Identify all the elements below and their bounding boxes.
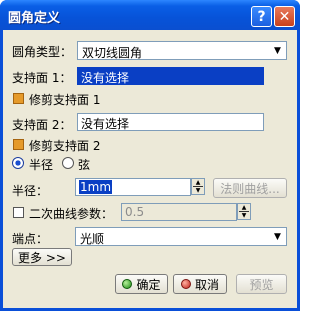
trim-support2-checkbox[interactable] [13, 139, 24, 150]
preview-button[interactable]: 预览 [236, 274, 287, 294]
title-bar[interactable]: 圆角定义 ? ✕ [0, 0, 300, 30]
fillet-type-dropdown[interactable]: 双切线圆角 ▼ [77, 41, 287, 60]
radius-label: 半径： [12, 184, 49, 198]
ends-dropdown[interactable]: 光顺 ▼ [75, 227, 287, 246]
cancel-icon [180, 279, 191, 289]
conic-parameter-value: 0.5 [125, 205, 145, 219]
chord-radio-label: 弦 [78, 158, 91, 172]
spin-up-icon[interactable]: ▲ [192, 179, 204, 186]
more-button[interactable]: 更多 >> [12, 248, 72, 266]
ends-value: 光顺 [80, 232, 105, 246]
fillet-type-value: 双切线圆角 [82, 46, 143, 60]
radius-radio-label: 半径 [29, 158, 54, 172]
radius-radio[interactable] [12, 157, 24, 169]
radius-spinner[interactable]: ▲ ▼ [191, 178, 205, 195]
help-button[interactable]: ? [251, 6, 272, 27]
cancel-button-label: 取消 [194, 277, 219, 292]
cancel-button[interactable]: 取消 [173, 274, 227, 294]
support1-field[interactable]: 没有选择 [77, 67, 264, 85]
trim-support1-checkbox[interactable] [13, 93, 24, 104]
radius-input[interactable]: 1mm [75, 178, 191, 196]
ok-button[interactable]: 确定 [115, 274, 168, 294]
support2-value: 没有选择 [81, 117, 130, 131]
ok-icon [122, 279, 133, 289]
conic-parameter-label: 二次曲线参数： [29, 207, 114, 221]
trim-support2-label: 修剪支持面 2 [29, 139, 101, 153]
more-button-label: 更多 >> [18, 250, 66, 265]
close-button[interactable]: ✕ [274, 6, 295, 27]
law-curve-button[interactable]: 法则曲线... [213, 178, 287, 198]
chord-radio[interactable] [62, 157, 74, 169]
help-icon: ? [257, 8, 266, 25]
trim-support1-label: 修剪支持面 1 [29, 93, 101, 107]
chevron-down-icon: ▼ [274, 45, 281, 56]
preview-button-label: 预览 [249, 277, 274, 292]
law-curve-label: 法则曲线... [220, 181, 280, 196]
dialog-body: 圆角类型： 双切线圆角 ▼ 支持面 1： 没有选择 修剪支持面 1 支持面 2：… [3, 30, 297, 308]
support2-field[interactable]: 没有选择 [77, 113, 264, 131]
spin-up-icon[interactable]: ▲ [238, 204, 250, 211]
support2-label: 支持面 2： [12, 118, 72, 132]
conic-spinner[interactable]: ▲ ▼ [237, 203, 251, 220]
support1-label: 支持面 1： [12, 71, 72, 85]
ends-label: 端点： [12, 232, 49, 246]
conic-parameter-input[interactable]: 0.5 [121, 203, 237, 221]
close-icon: ✕ [278, 8, 291, 25]
fillet-type-label: 圆角类型： [12, 45, 73, 59]
chevron-down-icon: ▼ [274, 231, 281, 242]
radius-value: 1mm [79, 180, 113, 194]
support1-value: 没有选择 [81, 71, 130, 85]
dialog-title: 圆角定义 [8, 11, 61, 26]
ok-button-label: 确定 [136, 277, 161, 292]
spin-down-icon[interactable]: ▼ [192, 187, 204, 194]
fillet-definition-dialog: 圆角定义 ? ✕ 圆角类型： 双切线圆角 ▼ 支持面 1： 没有选择 修剪支持面… [0, 0, 300, 311]
conic-parameter-checkbox[interactable] [13, 207, 24, 218]
spin-down-icon[interactable]: ▼ [238, 212, 250, 219]
